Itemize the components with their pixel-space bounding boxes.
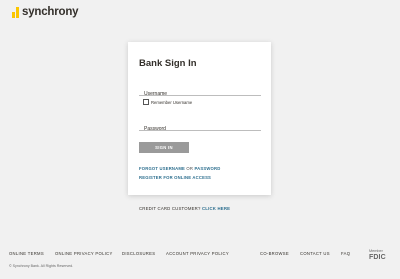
remember-username-label[interactable]: Remember Username bbox=[151, 100, 192, 105]
brand-name: synchrony bbox=[22, 6, 79, 18]
forgot-password-link[interactable]: PASSWORD bbox=[194, 166, 220, 171]
credit-card-customer: CREDIT CARD CUSTOMER? CLICK HERE bbox=[139, 206, 230, 211]
footer-faq-link[interactable]: FAQ bbox=[341, 251, 350, 256]
remember-username-checkbox[interactable] bbox=[143, 99, 149, 105]
footer-online-terms-link[interactable]: ONLINE TERMS bbox=[9, 251, 44, 256]
synchrony-logo[interactable]: synchrony bbox=[12, 6, 79, 18]
footer-online-privacy-policy-link[interactable]: ONLINE PRIVACY POLICY bbox=[55, 251, 113, 256]
credit-card-click-here-link[interactable]: CLICK HERE bbox=[202, 206, 230, 211]
sign-in-title: Bank Sign In bbox=[139, 58, 197, 69]
synchrony-logo-icon bbox=[12, 6, 20, 18]
forgot-prefix: FORGOT bbox=[139, 166, 160, 171]
register-online-access-link[interactable]: REGISTER FOR ONLINE ACCESS bbox=[139, 175, 211, 180]
credit-card-prompt: CREDIT CARD CUSTOMER? bbox=[139, 206, 202, 211]
username-field[interactable] bbox=[139, 82, 266, 101]
member-fdic-logo: Member FDIC bbox=[369, 249, 386, 261]
forgot-username-link[interactable]: USERNAME bbox=[159, 166, 185, 171]
password-input[interactable] bbox=[139, 122, 266, 136]
password-field[interactable] bbox=[139, 117, 266, 136]
sign-in-card: Bank Sign In Remember Username SIGN IN F… bbox=[128, 42, 271, 195]
footer-account-privacy-policy-link[interactable]: ACCOUNT PRIVACY POLICY bbox=[166, 251, 229, 256]
footer-disclosures-link[interactable]: DISCLOSURES bbox=[122, 251, 155, 256]
sign-in-button[interactable]: SIGN IN bbox=[139, 142, 189, 153]
footer-co-browse-link[interactable]: CO-BROWSE bbox=[260, 251, 289, 256]
copyright-text: © Synchrony Bank. All Rights Reserved. bbox=[9, 264, 74, 268]
remember-username[interactable]: Remember Username bbox=[143, 99, 192, 105]
footer-contact-us-link[interactable]: CONTACT US bbox=[300, 251, 330, 256]
fdic-text: FDIC bbox=[369, 253, 386, 261]
forgot-credentials: FORGOT USERNAME OR PASSWORD bbox=[139, 166, 220, 171]
